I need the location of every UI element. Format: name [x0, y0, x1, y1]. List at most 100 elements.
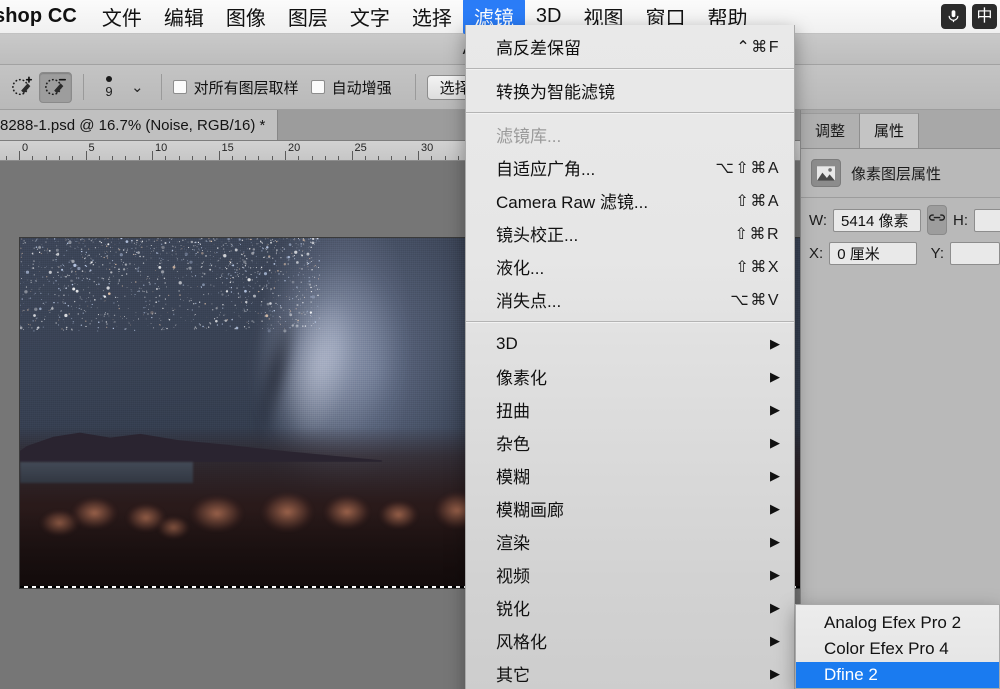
nik-submenu-item-0[interactable]: Analog Efex Pro 2: [796, 610, 999, 636]
filter-menu-item-3-9[interactable]: 风格化 ▶: [466, 624, 794, 657]
menu-item-label: 滤镜库...: [496, 127, 562, 146]
menu-item-shortcut: ⇧⌘R: [734, 225, 780, 243]
document-tab[interactable]: 8288-1.psd @ 16.7% (Noise, RGB/16) *: [0, 110, 279, 140]
ruler-tick-minor: [191, 156, 193, 160]
menu-item-label: 其它: [496, 666, 530, 685]
ruler-tick-major: [351, 151, 353, 160]
ruler-tick-minor: [165, 156, 167, 160]
quick-selection-subtract-icon[interactable]: [39, 71, 72, 103]
height-label: H:: [953, 211, 968, 229]
chevron-right-icon: ▶: [770, 632, 780, 648]
input-method-chinese-icon[interactable]: 中: [972, 4, 997, 29]
right-dock: 调整 属性 像素图层属性 W: 5414 像素 H: X: 0 厘米 Y:: [800, 110, 1000, 689]
ruler-tick-minor: [45, 156, 47, 160]
ruler-tick-minor: [178, 156, 180, 160]
filter-menu-item-2-0: 滤镜库...: [466, 118, 794, 151]
ruler-tick-minor: [138, 156, 140, 160]
ruler-tick-minor: [32, 156, 34, 160]
menu-item-label: 消失点...: [496, 292, 562, 311]
chevron-right-icon: ▶: [770, 401, 780, 417]
chain-link-icon[interactable]: [927, 205, 947, 235]
menubar-status-area: 中: [941, 4, 1000, 29]
width-height-row: W: 5414 像素 H:: [801, 198, 1000, 235]
menu-item-label: 视频: [496, 567, 530, 586]
filter-menu-item-3-3[interactable]: 杂色 ▶: [466, 426, 794, 459]
ruler-label: 25: [354, 142, 367, 154]
x-input[interactable]: 0 厘米: [829, 242, 918, 265]
checkbox-box[interactable]: [172, 80, 187, 94]
menubar-item-0[interactable]: 文件: [91, 0, 153, 34]
ruler-tick-minor: [125, 156, 127, 160]
filter-menu-item-3-6[interactable]: 渲染 ▶: [466, 525, 794, 558]
filter-menu-item-3-7[interactable]: 视频 ▶: [466, 558, 794, 591]
menubar-item-5[interactable]: 选择: [401, 0, 463, 34]
nik-submenu-item-2[interactable]: Dfine 2: [796, 662, 999, 688]
filter-menu-item-3-5[interactable]: 模糊画廊 ▶: [466, 492, 794, 525]
ruler-tick-minor: [457, 156, 459, 160]
quick-selection-add-icon[interactable]: [6, 72, 39, 103]
filter-menu-item-3-4[interactable]: 模糊 ▶: [466, 459, 794, 492]
sample-all-layers-checkbox[interactable]: 对所有图层取样: [172, 77, 299, 98]
chevron-right-icon: ▶: [770, 434, 780, 450]
y-input[interactable]: [950, 242, 1000, 265]
chevron-right-icon: ▶: [770, 467, 780, 483]
menubar-item-3[interactable]: 图层: [277, 0, 339, 34]
panel-tab-1[interactable]: 属性: [860, 113, 920, 148]
chevron-right-icon: ▶: [770, 566, 780, 582]
menu-item-label: 镜头校正...: [496, 226, 579, 245]
menu-separator: [466, 321, 794, 322]
filter-menu-item-3-10[interactable]: 其它 ▶: [466, 657, 794, 689]
microphone-icon[interactable]: [941, 4, 966, 29]
filter-menu-item-3-2[interactable]: 扭曲 ▶: [466, 393, 794, 426]
pixel-layer-thumbnail-icon: [811, 159, 841, 187]
ruler-label: 20: [288, 142, 301, 154]
ruler-tick-minor: [58, 156, 60, 160]
sample-all-layers-label: 对所有图层取样: [193, 79, 299, 97]
menubar-item-1[interactable]: 编辑: [153, 0, 215, 34]
chevron-right-icon: ▶: [770, 665, 780, 681]
auto-enhance-checkbox[interactable]: 自动增强: [310, 77, 392, 98]
filter-menu-item-2-5[interactable]: 消失点... ⌥⌘V: [466, 283, 794, 316]
ruler-tick-minor: [271, 156, 273, 160]
ruler-tick-major: [285, 151, 286, 160]
menu-separator: [466, 68, 794, 69]
filter-menu-item-1-0[interactable]: 转换为智能滤镜: [466, 74, 794, 107]
nik-submenu-item-1[interactable]: Color Efex Pro 4: [796, 636, 999, 662]
menu-item-label: 自适应广角...: [496, 160, 596, 179]
ruler-tick-minor: [245, 156, 247, 160]
ruler-tick-minor: [298, 156, 300, 160]
width-label: W:: [809, 211, 828, 229]
menu-item-label: 转换为智能滤镜: [496, 83, 615, 102]
filter-menu-item-2-4[interactable]: 液化... ⇧⌘X: [466, 250, 794, 283]
height-input[interactable]: [974, 208, 1000, 232]
menubar-item-2[interactable]: 图像: [215, 0, 277, 34]
nik-collection-submenu[interactable]: Analog Efex Pro 2 Color Efex Pro 4 Dfine 2: [795, 604, 1000, 689]
filter-menu-item-2-1[interactable]: 自适应广角... ⌥⇧⌘A: [466, 151, 794, 184]
filter-menu-item-3-0[interactable]: 3D ▶: [466, 327, 794, 360]
filter-menu-item-3-1[interactable]: 像素化 ▶: [466, 360, 794, 393]
ruler-tick-minor: [258, 156, 260, 160]
x-y-row: X: 0 厘米 Y:: [801, 235, 1000, 265]
filter-menu-dropdown[interactable]: 高反差保留 ⌃⌘F 转换为智能滤镜 滤镜库... 自适应广角... ⌥⇧⌘A Camera …: [465, 25, 795, 689]
filter-menu-item-3-8[interactable]: 锐化 ▶: [466, 591, 794, 624]
brush-size-preview[interactable]: 9: [95, 76, 123, 98]
chevron-down-icon[interactable]: ⌄: [131, 78, 144, 96]
ruler-tick-minor: [431, 156, 433, 160]
ruler-tick-minor: [364, 156, 366, 160]
menu-item-label: 高反差保留: [496, 39, 581, 58]
ruler-label: 0: [22, 142, 29, 154]
menu-separator: [466, 112, 794, 113]
panel-tab-0[interactable]: 调整: [801, 113, 861, 148]
menubar-app-name[interactable]: shop CC: [0, 5, 91, 28]
checkbox-box[interactable]: [310, 80, 325, 94]
menu-item-label: 杂色: [496, 435, 530, 454]
properties-panel-title: 像素图层属性: [851, 165, 942, 183]
properties-panel-header: 像素图层属性: [801, 149, 1000, 198]
filter-menu-item-2-2[interactable]: Camera Raw 滤镜... ⇧⌘A: [466, 184, 794, 217]
width-input[interactable]: 5414 像素: [833, 208, 921, 232]
ruler-tick-major: [418, 151, 419, 160]
filter-menu-item-2-3[interactable]: 镜头校正... ⇧⌘R: [466, 217, 794, 250]
filter-menu-item-0-0[interactable]: 高反差保留 ⌃⌘F: [466, 30, 794, 63]
lake: [20, 462, 194, 483]
menubar-item-4[interactable]: 文字: [339, 0, 401, 34]
